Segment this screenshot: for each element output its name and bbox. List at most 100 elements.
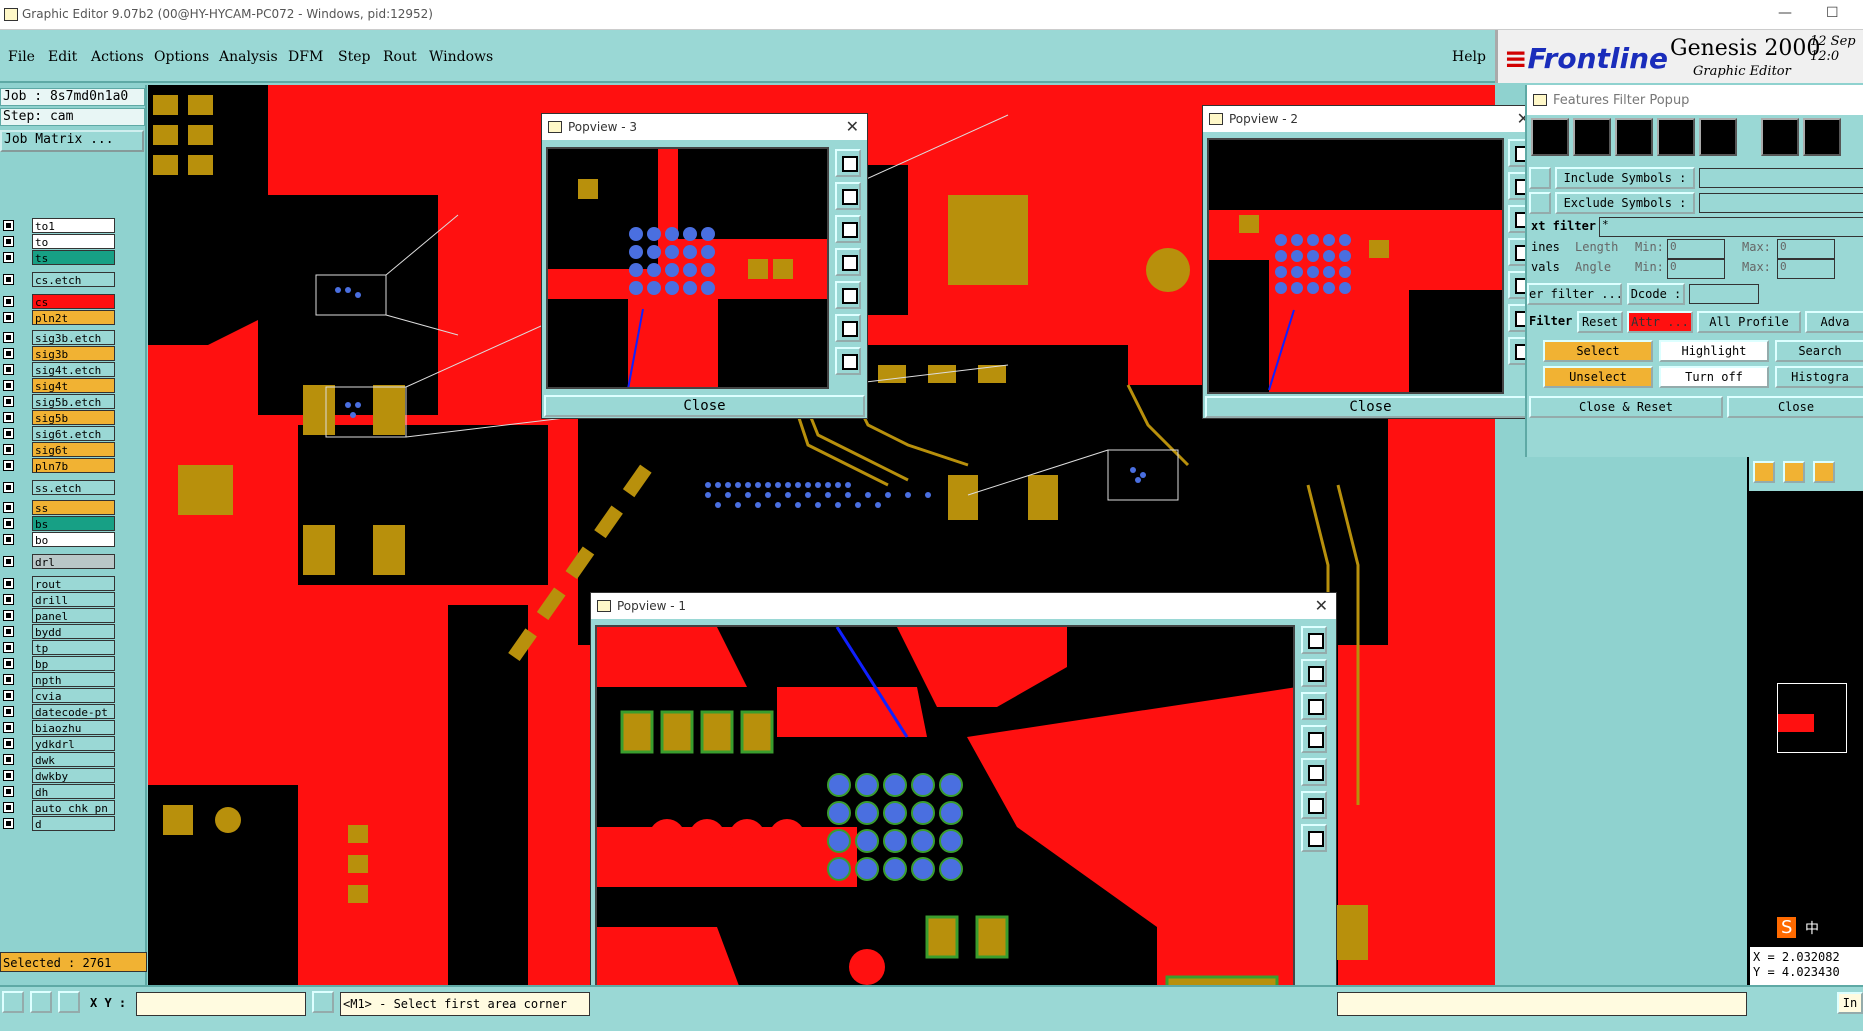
layer-row-bp[interactable]: bp <box>0 656 117 671</box>
popview-1-viewport[interactable] <box>595 625 1295 1031</box>
zoom-home-icon[interactable] <box>1301 692 1327 720</box>
layer-name[interactable]: datecode-pt <box>32 704 115 719</box>
layer-name[interactable]: pln2t <box>32 310 115 325</box>
layer-row-pln7b[interactable]: pln7b <box>0 458 117 473</box>
layer-checkbox[interactable] <box>3 754 14 765</box>
right-status-button[interactable]: In <box>1837 992 1863 1014</box>
pointer-snap-icon[interactable] <box>1813 461 1835 483</box>
pad-symbol-icon[interactable] <box>1573 118 1611 156</box>
zoom-out-icon[interactable] <box>835 182 861 210</box>
menu-help[interactable]: Help <box>1452 49 1486 65</box>
text-symbol-icon[interactable] <box>1699 118 1737 156</box>
menu-options[interactable]: Options <box>154 49 209 65</box>
zoom-fit-icon[interactable] <box>835 248 861 276</box>
ime-icon[interactable]: S <box>1777 917 1797 938</box>
job-matrix-button[interactable]: Job Matrix ... <box>0 130 144 152</box>
layer-row-drl[interactable]: drl <box>0 554 117 569</box>
length-min-input[interactable]: 0 <box>1667 239 1725 259</box>
layer-row-bs[interactable]: bs <box>0 516 117 531</box>
layer-name[interactable]: biaozhu <box>32 720 115 735</box>
layer-row-sig5b.etch[interactable]: sig5b.etch <box>0 394 117 409</box>
popview-1-close-icon[interactable]: ✕ <box>1315 596 1328 615</box>
pan-icon[interactable] <box>1301 758 1327 786</box>
select-button[interactable]: Select <box>1543 340 1653 362</box>
layer-checkbox[interactable] <box>3 610 14 621</box>
layer-checkbox[interactable] <box>3 518 14 529</box>
overview-frame[interactable] <box>1777 683 1847 753</box>
menu-file[interactable]: File <box>8 49 35 65</box>
layer-row-drill[interactable]: drill <box>0 592 117 607</box>
layer-checkbox[interactable] <box>3 690 14 701</box>
layer-row-ss.etch[interactable]: ss.etch <box>0 480 117 495</box>
layer-name[interactable]: sig3b.etch <box>32 330 115 345</box>
zoom-back-icon[interactable] <box>1301 824 1327 852</box>
zoom-back-icon[interactable] <box>835 347 861 375</box>
length-checkbox-label[interactable]: Length <box>1575 240 1618 254</box>
angle-max-input[interactable]: 0 <box>1777 259 1835 279</box>
menu-rout[interactable]: Rout <box>383 49 417 65</box>
include-symbols-input[interactable] <box>1699 168 1863 188</box>
layer-checkbox[interactable] <box>3 312 14 323</box>
menu-actions[interactable]: Actions <box>91 49 144 65</box>
unselect-button[interactable]: Unselect <box>1543 366 1653 388</box>
zoom-out-icon[interactable] <box>1301 659 1327 687</box>
layer-name[interactable]: npth <box>32 672 115 687</box>
layer-row-sig4t[interactable]: sig4t <box>0 378 117 393</box>
zoom-in-icon[interactable] <box>835 149 861 177</box>
zoom-area-icon[interactable] <box>1301 791 1327 819</box>
layer-row-auto_chk_pn[interactable]: auto_chk_pn <box>0 800 117 815</box>
layer-row-rout[interactable]: rout <box>0 576 117 591</box>
grid-tool-icon[interactable] <box>58 991 80 1013</box>
layer-checkbox[interactable] <box>3 802 14 813</box>
layer-name[interactable]: dwk <box>32 752 115 767</box>
layer-row-to[interactable]: to <box>0 234 117 249</box>
layer-checkbox[interactable] <box>3 274 14 285</box>
layer-checkbox[interactable] <box>3 786 14 797</box>
layer-checkbox[interactable] <box>3 412 14 423</box>
layer-checkbox[interactable] <box>3 332 14 343</box>
popview-3-viewport[interactable] <box>546 147 829 389</box>
arc-symbol-icon[interactable] <box>1657 118 1695 156</box>
search-button[interactable]: Search <box>1775 340 1863 362</box>
layer-row-bydd[interactable]: bydd <box>0 624 117 639</box>
angle-min-input[interactable]: 0 <box>1667 259 1725 279</box>
layer-name[interactable]: bs <box>32 516 115 531</box>
layer-name[interactable]: sig5b <box>32 410 115 425</box>
line-symbol-icon[interactable] <box>1531 118 1569 156</box>
layer-name[interactable]: bp <box>32 656 115 671</box>
layer-row-sig6t[interactable]: sig6t <box>0 442 117 457</box>
turn-off-button[interactable]: Turn off <box>1659 366 1769 388</box>
layer-name[interactable]: sig4t.etch <box>32 362 115 377</box>
layer-name[interactable]: bydd <box>32 624 115 639</box>
exclude-pick-icon[interactable] <box>1529 192 1551 214</box>
layer-name[interactable]: tp <box>32 640 115 655</box>
angle-checkbox-label[interactable]: Angle <box>1575 260 1611 274</box>
popview-2-viewport[interactable] <box>1207 138 1504 394</box>
layer-checkbox[interactable] <box>3 534 14 545</box>
layer-checkbox[interactable] <box>3 482 14 493</box>
popview-3-close-button[interactable]: Close <box>544 395 865 417</box>
layer-name[interactable]: cs <box>32 294 115 309</box>
layer-row-ts[interactable]: ts <box>0 250 117 265</box>
layer-name[interactable]: sig6t <box>32 442 115 457</box>
layer-row-panel[interactable]: panel <box>0 608 117 623</box>
layer-row-dwk[interactable]: dwk <box>0 752 117 767</box>
layer-row-cvia[interactable]: cvia <box>0 688 117 703</box>
layer-name[interactable]: pln7b <box>32 458 115 473</box>
layer-row-bo[interactable]: bo <box>0 532 117 547</box>
layer-checkbox[interactable] <box>3 738 14 749</box>
layer-row-dwkby[interactable]: dwkby <box>0 768 117 783</box>
layer-name[interactable]: sig3b <box>32 346 115 361</box>
layer-name[interactable]: cvia <box>32 688 115 703</box>
layer-name[interactable]: dh <box>32 784 115 799</box>
xy-input[interactable] <box>136 992 306 1016</box>
zoom-home-icon[interactable] <box>835 215 861 243</box>
include-pick-icon[interactable] <box>1529 167 1551 189</box>
filter-close-button[interactable]: Close <box>1727 396 1863 418</box>
all-profile-dropdown[interactable]: All Profile <box>1697 311 1801 333</box>
text-filter-input[interactable]: * <box>1599 217 1863 237</box>
layer-name[interactable]: d <box>32 816 115 831</box>
layer-checkbox[interactable] <box>3 818 14 829</box>
layer-checkbox[interactable] <box>3 364 14 375</box>
close-reset-button[interactable]: Close & Reset <box>1529 396 1723 418</box>
